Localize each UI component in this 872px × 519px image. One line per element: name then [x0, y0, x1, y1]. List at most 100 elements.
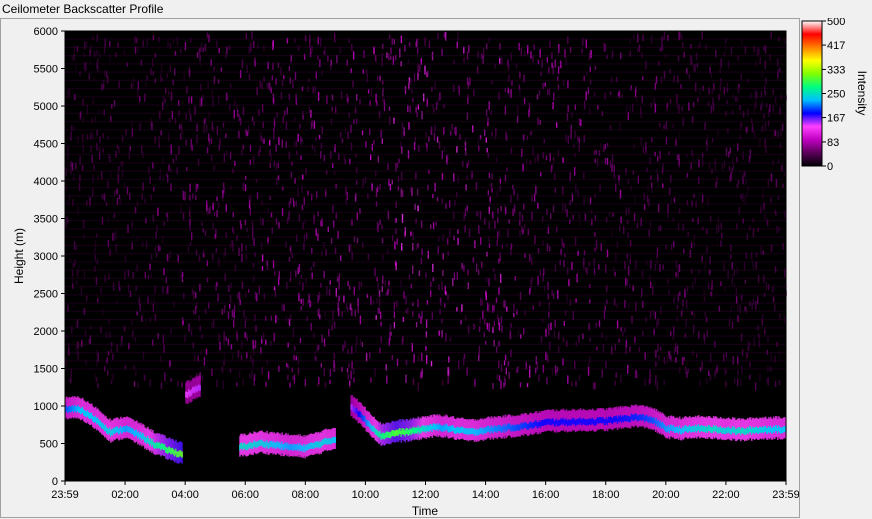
noise-cell [546, 377, 548, 385]
noise-cell [258, 109, 260, 116]
noise-cell [550, 213, 552, 220]
noise-cell [419, 199, 422, 204]
noise-cell [777, 58, 779, 68]
noise-cell [174, 117, 177, 125]
noise-cell [709, 215, 711, 220]
noise-cell [166, 254, 169, 262]
noise-cell [102, 148, 104, 153]
noise-cell [237, 292, 239, 299]
noise-cell [488, 278, 490, 286]
noise-cell [653, 329, 655, 335]
noise-cell [448, 368, 451, 377]
noise-cell [642, 146, 645, 154]
noise-cell [467, 81, 470, 89]
noise-cell [281, 304, 283, 311]
noise-cell [101, 83, 103, 91]
noise-cell [338, 281, 340, 290]
noise-cell [324, 381, 327, 388]
noise-cell [150, 272, 153, 278]
noise-cell [532, 305, 534, 310]
noise-cell [516, 309, 518, 315]
noise-cell [387, 163, 389, 170]
noise-cell [480, 237, 482, 245]
noise-cell [633, 34, 635, 39]
noise-cell [294, 71, 297, 80]
noise-cell [755, 300, 757, 310]
noise-band [65, 129, 786, 131]
noise-cell [335, 212, 337, 220]
noise-cell [254, 291, 257, 300]
noise-cell [146, 75, 148, 81]
noise-cell [592, 382, 595, 389]
noise-cell [287, 317, 289, 325]
noise-cell [216, 210, 218, 218]
noise-cell [311, 119, 314, 127]
noise-cell [657, 174, 659, 182]
noise-cell [103, 70, 106, 77]
noise-cell [98, 152, 101, 160]
noise-cell [763, 46, 765, 51]
noise-cell [775, 179, 778, 188]
noise-cell [627, 303, 630, 310]
noise-cell [393, 311, 396, 318]
noise-cell [142, 182, 144, 191]
noise-cell [297, 188, 299, 197]
noise-cell [263, 44, 265, 52]
noise-cell [318, 308, 320, 317]
noise-cell [312, 86, 314, 94]
noise-cell [298, 263, 301, 273]
noise-band [65, 236, 786, 238]
noise-cell [417, 63, 419, 73]
noise-cell [241, 243, 243, 252]
colorbar-tick-label: 0 [827, 161, 833, 173]
noise-cell [337, 276, 339, 282]
noise-cell [774, 97, 777, 104]
noise-cell [352, 80, 354, 88]
noise-cell [282, 116, 284, 124]
noise-cell [252, 230, 254, 240]
noise-cell [240, 354, 243, 361]
noise-cell [701, 255, 703, 262]
noise-cell [638, 347, 640, 352]
noise-cell [222, 380, 225, 390]
noise-cell [623, 225, 625, 235]
noise-cell [94, 265, 96, 272]
noise-cell [438, 284, 440, 291]
noise-cell [313, 332, 315, 338]
noise-cell [513, 304, 515, 312]
noise-cell [334, 144, 336, 153]
noise-cell [166, 73, 168, 79]
noise-band [65, 88, 786, 90]
noise-cell [767, 376, 769, 386]
noise-cell [311, 45, 313, 53]
noise-cell [309, 52, 312, 58]
y-tick-label: 2000 [34, 326, 58, 338]
noise-cell [449, 228, 451, 238]
noise-cell [507, 361, 510, 367]
noise-cell [473, 89, 475, 97]
noise-cell [562, 358, 564, 366]
noise-cell [605, 217, 608, 222]
noise-cell [293, 374, 296, 384]
noise-cell [295, 234, 298, 243]
noise-cell [617, 92, 620, 97]
noise-cell [681, 106, 683, 112]
noise-cell [548, 246, 551, 252]
noise-cell [729, 316, 731, 322]
noise-cell [581, 48, 583, 54]
noise-cell [208, 208, 210, 215]
noise-cell [772, 296, 775, 303]
noise-cell [703, 288, 705, 295]
noise-cell [709, 374, 712, 381]
noise-cell [207, 82, 209, 88]
noise-cell [532, 55, 534, 63]
noise-cell [96, 129, 98, 136]
noise-cell [578, 374, 581, 381]
noise-cell [698, 176, 700, 185]
noise-cell [138, 297, 141, 306]
noise-cell [216, 196, 218, 201]
noise-cell [221, 366, 224, 373]
noise-cell [219, 138, 221, 146]
noise-cell [572, 214, 574, 220]
noise-cell [693, 324, 695, 334]
